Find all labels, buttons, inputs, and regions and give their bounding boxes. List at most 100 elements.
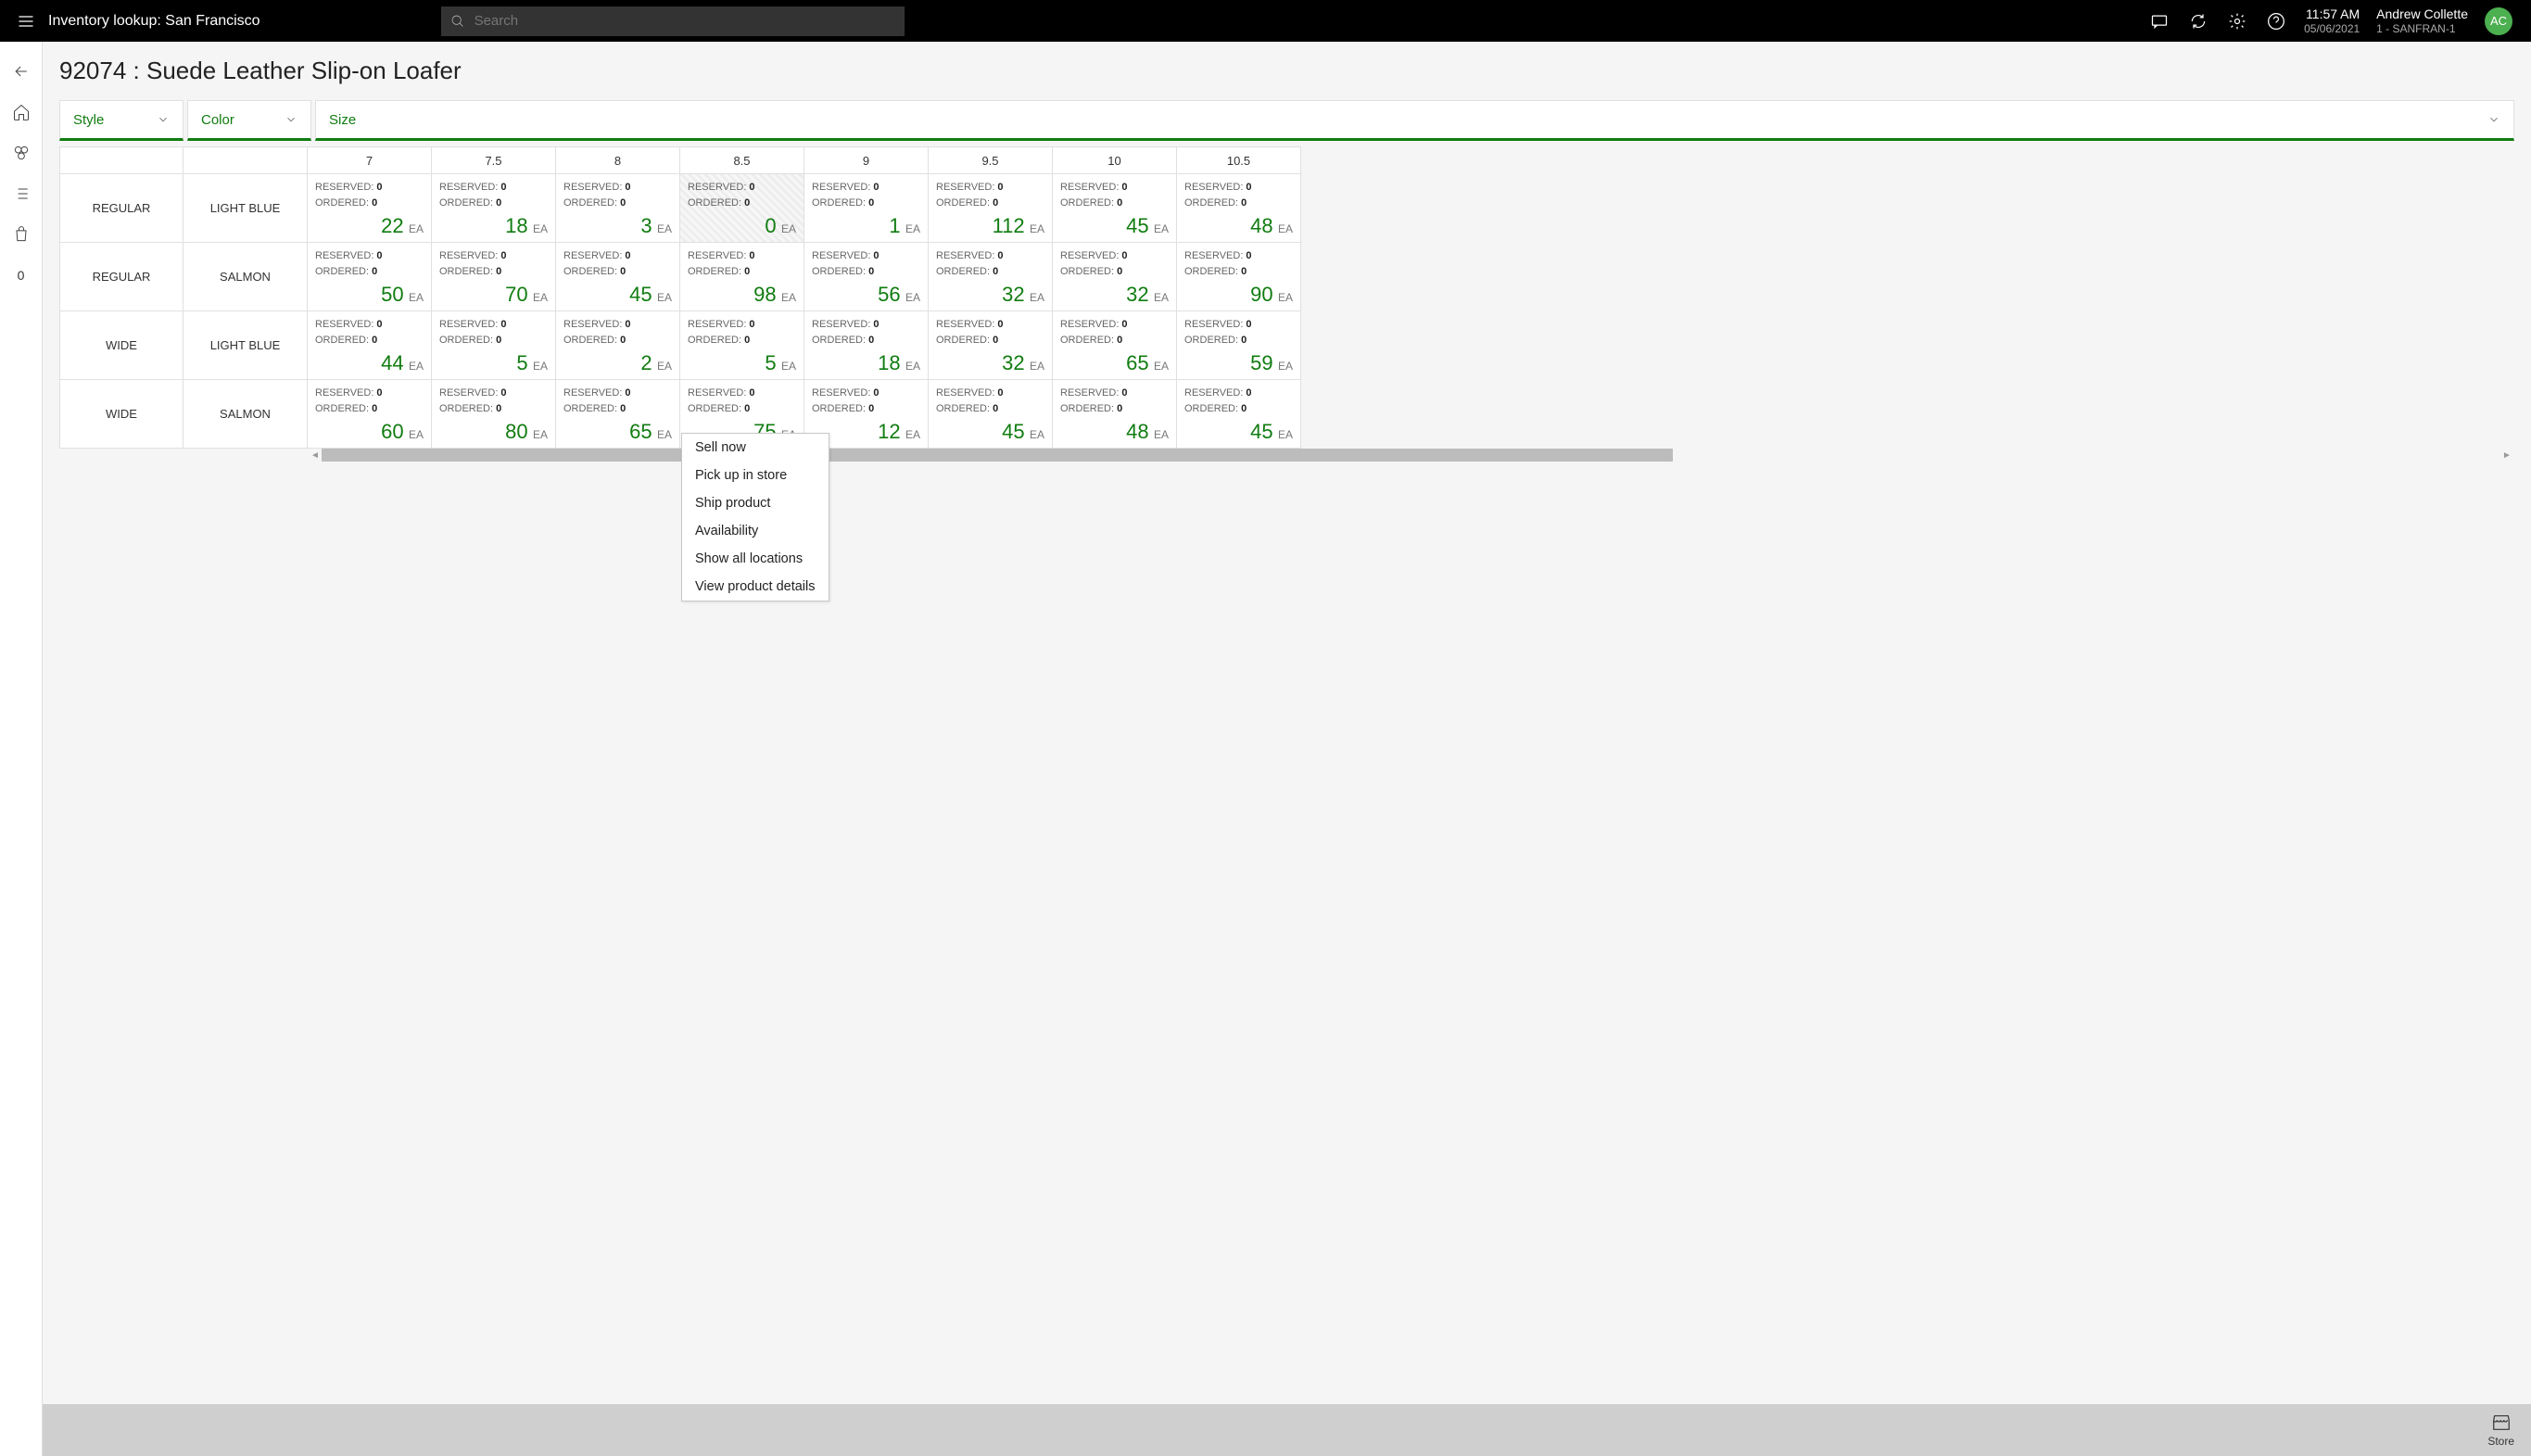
inventory-cell[interactable]: RESERVED: 0ORDERED: 022 EA (308, 174, 432, 243)
inventory-cell[interactable]: RESERVED: 0ORDERED: 090 EA (1177, 243, 1301, 311)
inventory-cell[interactable]: RESERVED: 0ORDERED: 032 EA (1053, 243, 1177, 311)
reserved-line: RESERVED: 0 (439, 180, 548, 196)
ordered-line: ORDERED: 0 (439, 196, 548, 211)
inventory-cell[interactable]: RESERVED: 0ORDERED: 070 EA (432, 243, 556, 311)
context-menu-item[interactable]: Sell now (682, 434, 829, 462)
ordered-line: ORDERED: 0 (1184, 401, 1293, 417)
quantity: 48 EA (1126, 420, 1169, 444)
avatar[interactable]: AC (2485, 7, 2512, 35)
inventory-cell[interactable]: RESERVED: 0ORDERED: 032 EA (929, 311, 1053, 380)
context-menu-item[interactable]: Ship product (682, 489, 829, 517)
inventory-cell[interactable]: RESERVED: 0ORDERED: 01 EA (804, 174, 929, 243)
inventory-cell[interactable]: RESERVED: 0ORDERED: 045 EA (1053, 174, 1177, 243)
inventory-cell[interactable]: RESERVED: 0ORDERED: 018 EA (804, 311, 929, 380)
inventory-cell[interactable]: RESERVED: 0ORDERED: 059 EA (1177, 311, 1301, 380)
quantity: 5 EA (765, 351, 796, 375)
size-header[interactable]: 7.5 (432, 146, 556, 174)
size-tab[interactable]: Size (315, 100, 2514, 141)
hamburger-menu-button[interactable] (7, 0, 44, 42)
inventory-cell[interactable]: RESERVED: 0ORDERED: 03 EA (556, 174, 680, 243)
inventory-cell[interactable]: RESERVED: 0ORDERED: 044 EA (308, 311, 432, 380)
inventory-cell[interactable]: RESERVED: 0ORDERED: 045 EA (929, 380, 1053, 449)
content: 92074 : Suede Leather Slip-on Loafer Sty… (43, 42, 2531, 1456)
inventory-cell[interactable]: RESERVED: 0ORDERED: 080 EA (432, 380, 556, 449)
help-icon[interactable] (2265, 10, 2287, 32)
context-menu: Sell nowPick up in storeShip productAvai… (681, 433, 829, 601)
quantity: 50 EA (381, 283, 424, 307)
basket-count[interactable]: 0 (0, 255, 43, 296)
inventory-cell[interactable]: RESERVED: 0ORDERED: 00 EA (680, 174, 804, 243)
scroll-right-arrow[interactable]: ► (2500, 449, 2513, 462)
context-menu-item[interactable]: Availability (682, 517, 829, 545)
quantity: 3 EA (640, 214, 672, 238)
quantity: 45 EA (1126, 214, 1169, 238)
inventory-cell[interactable]: RESERVED: 0ORDERED: 0 48 EA (1053, 380, 1177, 449)
inventory-cell[interactable]: RESERVED: 0ORDERED: 056 EA (804, 243, 929, 311)
inventory-cell[interactable]: RESERVED: 0ORDERED: 065 EA (556, 380, 680, 449)
scroll-left-arrow[interactable]: ◄ (309, 449, 322, 462)
quantity: 45 EA (629, 283, 672, 307)
reserved-line: RESERVED: 0 (1060, 386, 1169, 401)
inventory-cell[interactable]: RESERVED: 0ORDERED: 018 EA (432, 174, 556, 243)
inventory-cell[interactable]: RESERVED: 0ORDERED: 060 EA (308, 380, 432, 449)
reserved-line: RESERVED: 0 (439, 317, 548, 333)
reserved-line: RESERVED: 0 (936, 180, 1044, 196)
refresh-icon[interactable] (2187, 10, 2209, 32)
ordered-line: ORDERED: 0 (812, 264, 920, 280)
inventory-cell[interactable]: RESERVED: 0ORDERED: 098 EA (680, 243, 804, 311)
size-header[interactable]: 9 (804, 146, 929, 174)
style-tab[interactable]: Style (59, 100, 183, 141)
inventory-cell[interactable]: RESERVED: 0ORDERED: 045 EA (556, 243, 680, 311)
context-menu-item[interactable]: Show all locations (682, 545, 829, 573)
color-tab[interactable]: Color (187, 100, 311, 141)
scroll-thumb[interactable] (322, 449, 1673, 462)
search-box[interactable] (441, 6, 905, 36)
products-icon[interactable] (0, 133, 43, 173)
quantity: 48 EA (1250, 214, 1293, 238)
ordered-line: ORDERED: 0 (1060, 401, 1169, 417)
inventory-cell[interactable]: RESERVED: 0ORDERED: 050 EA (308, 243, 432, 311)
reserved-line: RESERVED: 0 (1060, 317, 1169, 333)
inventory-cell[interactable]: RESERVED: 0ORDERED: 065 EA (1053, 311, 1177, 380)
size-header[interactable]: 10.5 (1177, 146, 1301, 174)
quantity: 5 EA (516, 351, 548, 375)
inventory-cell[interactable]: RESERVED: 0ORDERED: 02 EA (556, 311, 680, 380)
reserved-line: RESERVED: 0 (688, 386, 796, 401)
bag-icon[interactable] (0, 214, 43, 255)
quantity: 32 EA (1126, 283, 1169, 307)
ordered-line: ORDERED: 0 (1060, 264, 1169, 280)
inventory-cell[interactable]: RESERVED: 0ORDERED: 05 EA (680, 311, 804, 380)
inventory-cell[interactable]: RESERVED: 0ORDERED: 05 EA (432, 311, 556, 380)
inventory-cell[interactable]: RESERVED: 0ORDERED: 045 EA (1177, 380, 1301, 449)
settings-icon[interactable] (2226, 10, 2248, 32)
color-cell: SALMON (183, 243, 308, 311)
context-menu-item[interactable]: Pick up in store (682, 462, 829, 489)
dimension-tabs: Style Color Size (43, 100, 2531, 141)
list-icon[interactable] (0, 173, 43, 214)
ordered-line: ORDERED: 0 (936, 333, 1044, 348)
home-icon[interactable] (0, 92, 43, 133)
quantity: 32 EA (1002, 283, 1044, 307)
size-header[interactable]: 9.5 (929, 146, 1053, 174)
reserved-line: RESERVED: 0 (812, 180, 920, 196)
search-input[interactable] (473, 12, 895, 30)
context-menu-item[interactable]: View product details (682, 573, 829, 601)
reserved-line: RESERVED: 0 (563, 180, 672, 196)
size-header[interactable]: 10 (1053, 146, 1177, 174)
inventory-cell[interactable]: RESERVED: 0ORDERED: 0112 EA (929, 174, 1053, 243)
size-header[interactable]: 7 (308, 146, 432, 174)
size-header[interactable]: 8.5 (680, 146, 804, 174)
quantity: 56 EA (878, 283, 920, 307)
horizontal-scrollbar[interactable]: ◄ ► (308, 449, 2514, 462)
chat-icon[interactable] (2148, 10, 2170, 32)
store-button[interactable]: Store (2487, 1412, 2514, 1448)
reserved-line: RESERVED: 0 (439, 386, 548, 401)
size-header[interactable]: 8 (556, 146, 680, 174)
back-button[interactable] (0, 51, 43, 92)
quantity: 32 EA (1002, 351, 1044, 375)
inventory-cell[interactable]: RESERVED: 0ORDERED: 048 EA (1177, 174, 1301, 243)
quantity: 70 EA (505, 283, 548, 307)
chevron-down-icon (285, 113, 297, 126)
inventory-cell[interactable]: RESERVED: 0ORDERED: 032 EA (929, 243, 1053, 311)
quantity: 90 EA (1250, 283, 1293, 307)
